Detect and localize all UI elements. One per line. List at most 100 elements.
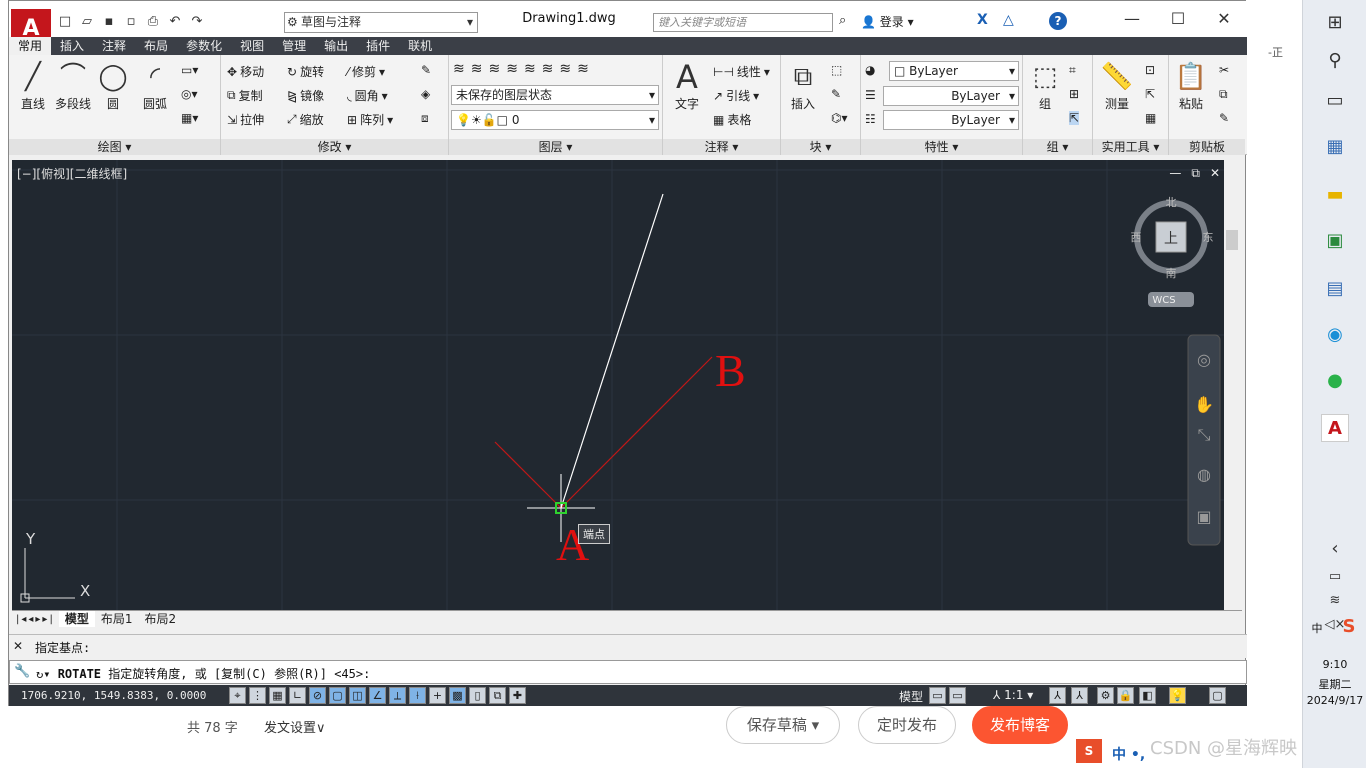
selection-cycling-icon[interactable]: ⧉ <box>489 687 506 704</box>
drawing-canvas[interactable]: A B Y X 上 北 南 西 东 WCS ◎ ✋ ⤡ ◍ ▣ <box>12 160 1242 612</box>
scrollbar-thumb[interactable] <box>1226 230 1238 250</box>
ribbon-tab[interactable]: 注释 <box>93 37 135 55</box>
panel-title-properties[interactable]: 特性 ▾ <box>861 139 1022 155</box>
layer-walk-icon[interactable]: ≋ <box>577 61 589 77</box>
layout-tab[interactable]: 布局1 <box>95 611 139 627</box>
rotate-tool[interactable]: ↻ 旋转 <box>287 63 324 80</box>
color-select[interactable]: □ ByLayer ▾ <box>889 61 1019 81</box>
showmotion-icon[interactable]: ▣ <box>1196 507 1211 526</box>
task-view-icon[interactable]: ▭ <box>1321 86 1349 114</box>
panel-title-layers[interactable]: 图层 ▾ <box>449 139 662 155</box>
linear-dim-tool[interactable]: ⊢⊣ 线性 ▾ <box>713 63 770 80</box>
ribbon-tab[interactable]: 常用 <box>9 37 52 55</box>
layer-state-select[interactable]: 未保存的图层状态 ▾ <box>451 85 659 105</box>
auto-scale-icon[interactable]: ⅄ <box>1071 687 1088 704</box>
clock-time[interactable]: 9:10 <box>1303 658 1366 671</box>
vertical-scrollbar[interactable] <box>1224 160 1242 612</box>
red-line-left[interactable] <box>494 441 562 509</box>
isolate-objects-icon[interactable]: 💡 <box>1169 687 1186 704</box>
open-file-icon[interactable]: ▱ <box>77 11 97 31</box>
image-app-icon[interactable]: ▣ <box>1321 226 1349 254</box>
layer-isolate-icon[interactable]: ≋ <box>506 61 518 77</box>
lineweight-icon[interactable]: ☷ <box>865 112 876 126</box>
start-icon[interactable]: ⊞ <box>1321 8 1349 36</box>
insert-tool[interactable]: ⧉ 插入 <box>781 59 825 112</box>
hardware-accel-icon[interactable]: ◧ <box>1139 687 1156 704</box>
chevron-left-icon[interactable]: ‹ <box>1321 534 1349 562</box>
exchange-icon[interactable]: X <box>977 12 988 28</box>
ribbon-tab[interactable]: 输出 <box>315 37 357 55</box>
wrench-icon[interactable]: 🔧 <box>14 664 30 679</box>
infer-constraints-icon[interactable]: ⌖ <box>229 687 246 704</box>
clean-screen-icon[interactable]: ▢ <box>1209 687 1226 704</box>
grid-display-icon[interactable]: ▦ <box>269 687 286 704</box>
command-recent-icon[interactable]: ↻▾ <box>36 667 58 681</box>
model-space-toggle[interactable]: 模型 <box>899 688 923 705</box>
search-icon[interactable]: ⚲ <box>1321 46 1349 74</box>
paste-tool[interactable]: 📋 粘贴 <box>1169 59 1213 112</box>
3d-osnap-icon[interactable]: ◫ <box>349 687 366 704</box>
quick-view-drawings-icon[interactable]: ▭ <box>949 687 966 704</box>
group-select-icon[interactable]: ⇱ <box>1069 111 1080 125</box>
save-draft-button[interactable]: 保存草稿 ▾ <box>726 706 840 744</box>
plot-icon[interactable]: ⎙ <box>143 11 163 31</box>
layout-tab[interactable]: 布局2 <box>138 611 182 627</box>
trim-tool[interactable]: ⁄ 修剪 ▾ <box>347 63 385 80</box>
boundary-icon[interactable]: ▦▾ <box>181 111 198 125</box>
pan-icon[interactable]: ✋ <box>1194 395 1214 414</box>
fillet-tool[interactable]: ◟ 圆角 ▾ <box>347 87 388 104</box>
compass-east[interactable]: 东 <box>1203 231 1214 244</box>
mirror-tool[interactable]: ⧎ 镜像 <box>287 87 324 104</box>
coordinate-readout[interactable]: 1706.9210, 1549.8383, 0.0000 <box>21 689 206 702</box>
copy-clip-icon[interactable]: ⧉ <box>1219 87 1228 102</box>
dynamic-input-icon[interactable]: ⟊ <box>409 687 426 704</box>
red-line-ab[interactable] <box>560 356 713 509</box>
new-file-icon[interactable]: □ <box>55 11 75 31</box>
lineweight-toggle-icon[interactable]: + <box>429 687 446 704</box>
close-icon[interactable]: ✕ <box>1210 166 1220 181</box>
save-icon[interactable]: ▪ <box>99 11 119 31</box>
offset-icon[interactable]: ⧈ <box>421 111 429 126</box>
ribbon-tab[interactable]: 插件 <box>357 37 399 55</box>
compass-south[interactable]: 南 <box>1166 267 1177 280</box>
ribbon-tab[interactable]: 插入 <box>51 37 93 55</box>
linetype-select[interactable]: ByLayer ▾ <box>883 86 1019 106</box>
quick-view-layouts-icon[interactable]: ▭ <box>929 687 946 704</box>
edit-block-icon[interactable]: ✎ <box>831 87 841 101</box>
workspace-select[interactable]: ⚙ 草图与注释 ▾ <box>284 12 478 33</box>
binoculars-icon[interactable]: ⌕ <box>839 13 846 28</box>
ungroup-icon[interactable]: ⌗ <box>1069 63 1076 78</box>
autocad-taskbar-icon[interactable]: A <box>1321 414 1349 442</box>
select-all-icon[interactable]: ⇱ <box>1145 87 1155 101</box>
steering-wheel-icon[interactable]: ◎ <box>1197 350 1211 369</box>
lineweight-select[interactable]: ByLayer ▾ <box>883 110 1019 130</box>
group-edit-icon[interactable]: ⊞ <box>1069 87 1079 101</box>
ribbon-tab[interactable]: 参数化 <box>177 37 231 55</box>
copy-tool[interactable]: ⧉ 复制 <box>227 87 263 104</box>
layer-freeze-icon[interactable]: ≋ <box>524 61 536 77</box>
panel-title-utilities[interactable]: 实用工具 ▾ <box>1093 139 1168 155</box>
quick-select-icon[interactable]: ⊡ <box>1145 63 1155 77</box>
layer-select[interactable]: 💡☀🔓□ 0 ▾ <box>451 110 659 130</box>
publish-blog-button[interactable]: 发布博客 <box>972 706 1068 744</box>
maximize-button[interactable]: ☐ <box>1155 1 1201 35</box>
schedule-publish-button[interactable]: 定时发布 <box>858 706 956 744</box>
minimize-button[interactable]: — <box>1109 1 1155 35</box>
drawing-viewport[interactable]: A B Y X 上 北 南 西 东 WCS ◎ ✋ ⤡ ◍ ▣ [−][俯视][… <box>12 160 1242 612</box>
wechat-icon[interactable]: ● <box>1321 366 1349 394</box>
compass-north[interactable]: 北 <box>1166 196 1177 209</box>
search-input[interactable]: 键入关键字或短语 <box>653 13 833 32</box>
stretch-tool[interactable]: ⇲ 拉伸 <box>227 111 264 128</box>
polar-tracking-icon[interactable]: ⊘ <box>309 687 326 704</box>
panel-title-annotation[interactable]: 注释 ▾ <box>663 139 780 155</box>
ducs-icon[interactable]: ⟂ <box>389 687 406 704</box>
lock-ui-icon[interactable]: 🔒 <box>1117 687 1134 704</box>
object-snap-icon[interactable]: ▢ <box>329 687 346 704</box>
network-app-icon[interactable]: ▤ <box>1321 274 1349 302</box>
layer-state-icon[interactable]: ≋ <box>471 61 483 77</box>
rectangle-icon[interactable]: ▭▾ <box>181 63 198 77</box>
undo-icon[interactable]: ↶ <box>165 11 185 31</box>
ime-indicator[interactable]: 中 <box>1299 620 1335 636</box>
ribbon-tab[interactable]: 布局 <box>135 37 177 55</box>
post-settings-button[interactable]: 发文设置∨ <box>264 717 326 736</box>
